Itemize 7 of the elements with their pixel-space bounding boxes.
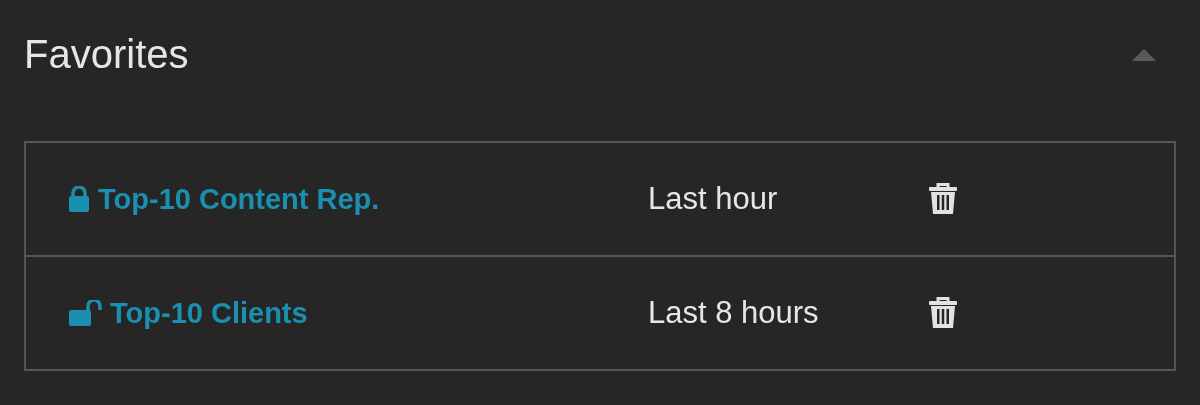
favorite-link[interactable]: Top-10 Clients — [110, 296, 308, 330]
favorite-link[interactable]: Top-10 Content Rep. — [98, 182, 380, 216]
time-period: Last 8 hours — [648, 295, 820, 331]
panel-title: Favorites — [24, 31, 189, 77]
trash-icon[interactable] — [928, 297, 958, 329]
trash-icon[interactable] — [928, 183, 958, 215]
time-period: Last hour — [648, 181, 779, 217]
